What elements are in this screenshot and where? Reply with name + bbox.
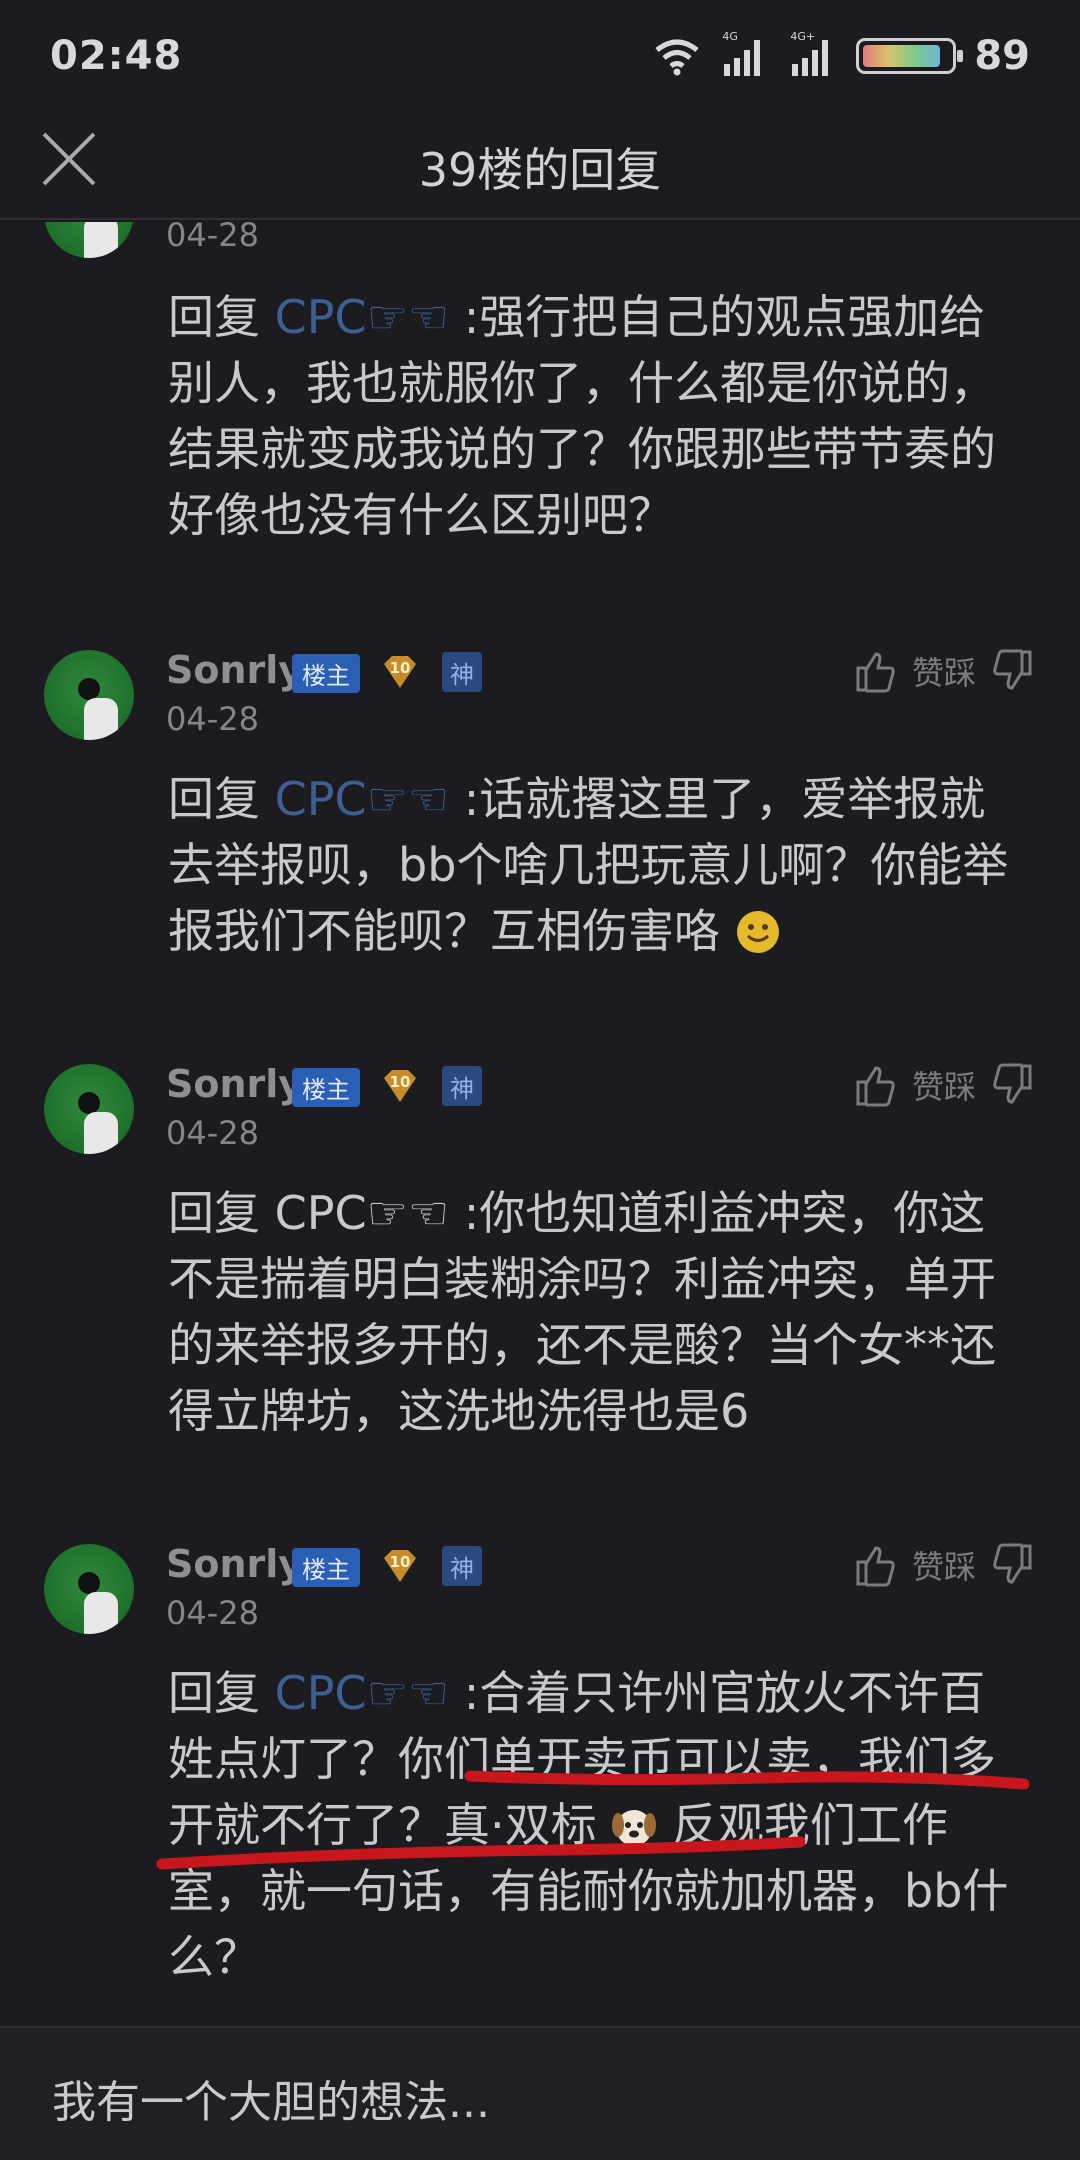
reply-list[interactable]: 04-28 回复 CPC☞☜ :强行把自己的观点强加给别人，我也就服你了，什么都…	[0, 222, 1080, 2022]
page-title: 39楼的回复	[418, 143, 662, 197]
network-type-1: 4G	[722, 30, 738, 43]
reply-input-bar[interactable]: 我有一个大胆的想法...	[0, 2026, 1080, 2160]
battery-icon	[856, 38, 964, 74]
status-time: 02:48	[50, 33, 183, 79]
status-bar: 02:48 4G 4G+ 89	[0, 0, 1080, 112]
signal-4g-icon: 4G	[720, 30, 770, 78]
network-type-2: 4G+	[790, 30, 816, 43]
signal-4g-plus-icon: 4G+	[788, 30, 838, 78]
red-underline-annotation	[156, 1770, 1030, 1870]
wifi-icon	[655, 39, 699, 76]
reply-input-placeholder[interactable]: 我有一个大胆的想法...	[52, 2066, 490, 2130]
battery-percent: 89	[974, 33, 1030, 79]
header: 39楼的回复	[0, 112, 1080, 220]
status-icons: 4G 4G+ 89	[652, 30, 1030, 79]
